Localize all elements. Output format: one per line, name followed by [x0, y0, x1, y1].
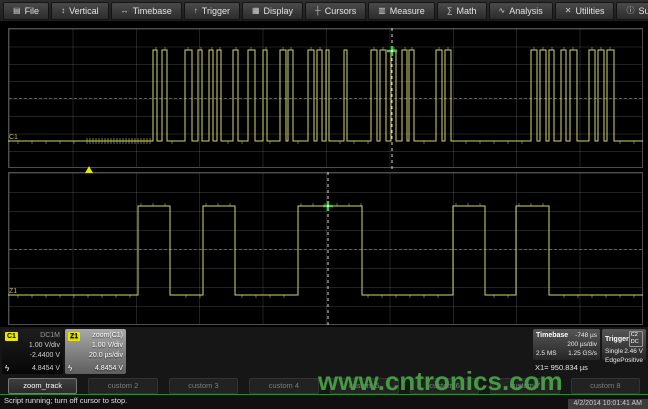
menu-button-math[interactable]: ∑ Math: [437, 2, 487, 20]
trigger-type: Edge: [605, 356, 620, 365]
analysis-icon: ∿: [499, 6, 506, 15]
zoom-z1-descriptor[interactable]: Z1 zoom(C1) 1.00 V/div 20.0 µs/div ϟ 4.8…: [65, 329, 126, 374]
cursors-icon: ┼: [315, 6, 321, 15]
timebase-delay: -748 µs: [575, 331, 597, 340]
channel-c1-descriptor[interactable]: C1 DC1M 1.00 V/div -2.4400 V ϟ 4.8454 V: [2, 329, 63, 374]
utilities-icon: ✕: [565, 6, 572, 15]
timebase-icon: ↔: [121, 6, 129, 15]
c1-level: 4.8454 V: [32, 364, 60, 374]
menu-label: Measure: [390, 6, 425, 16]
toolbar-button-custom-5[interactable]: custom 5: [330, 378, 399, 394]
support-icon: ⓘ: [626, 5, 634, 16]
timebase-samples: 2.5 MS: [536, 349, 557, 358]
menu-label: Timebase: [133, 6, 172, 16]
menu-bar: ▤ File ↕ Vertical ↔ Timebase ↑ Trigger ▦ Display ┼…: [0, 0, 648, 22]
trigger-slope: Positive: [620, 356, 643, 365]
toolbar-button-custom-4[interactable]: custom 4: [249, 378, 318, 394]
trigger-level: 2.46 V: [624, 347, 643, 356]
menu-button-measure[interactable]: ▥ Measure: [368, 2, 435, 20]
trigger-icon: ↑: [194, 6, 198, 15]
menu-label: Trigger: [202, 6, 230, 16]
menu-label: Cursors: [325, 6, 357, 16]
timebase-scale: 200 µs/div: [567, 340, 597, 349]
status-bar: Script running; turn off cursor to stop.: [0, 394, 648, 409]
toolbar-button-custom-3[interactable]: custom 3: [169, 378, 238, 394]
status-message: Script running; turn off cursor to stop.: [4, 396, 127, 405]
x1-cursor-readout: X1= 950.834 µs: [535, 363, 588, 372]
c1-offset: -2.4400 V: [5, 351, 60, 361]
timebase-descriptor[interactable]: Timebase -748 µs 200 µs/div 2.5 MS 1.25 …: [533, 329, 600, 360]
toolbar-button-custom-6[interactable]: custom 6: [410, 378, 479, 394]
menu-label: Math: [457, 6, 477, 16]
menu-button-utilities[interactable]: ✕Utilities: [555, 2, 615, 20]
datetime-display: 4/2/2014 10:01:41 AM: [568, 399, 648, 409]
toolbar-button-custom-2[interactable]: custom 2: [88, 378, 157, 394]
menu-label: Analysis: [509, 6, 543, 16]
menu-button-analysis[interactable]: ∿Analysis: [489, 2, 553, 20]
toolbar-button-zoom_track[interactable]: zoom_track: [8, 378, 77, 394]
z1-scale: 1.00 V/div: [68, 341, 123, 351]
menu-label: Vertical: [69, 6, 99, 16]
menu-label: Display: [264, 6, 294, 16]
descriptor-bar: C1 DC1M 1.00 V/div -2.4400 V ϟ 4.8454 V …: [0, 327, 648, 377]
trigger-source: C2 DC: [629, 331, 643, 347]
oscilloscope-app: ▤ File ↕ Vertical ↔ Timebase ↑ Trigger ▦ Display ┼…: [0, 0, 648, 409]
zoom-grid[interactable]: [8, 172, 643, 325]
toolbar-button-custom-7[interactable]: custom 7: [490, 378, 559, 394]
lightning-icon: ϟ: [68, 364, 72, 374]
waveform-display[interactable]: [0, 22, 648, 327]
trigger-mode: Single: [605, 347, 623, 356]
timebase-rate: 1.25 GS/s: [568, 349, 597, 358]
c1-tag: C1: [5, 332, 18, 341]
menu-button-cursors[interactable]: ┼ Cursors: [305, 2, 366, 20]
menu-button-support[interactable]: ⓘ Support: [616, 2, 648, 20]
math-icon: ∑: [447, 6, 453, 15]
menu-button-timebase[interactable]: ↔ Timebase: [111, 2, 182, 20]
grid-centerline: [9, 249, 642, 250]
menu-button-file[interactable]: ▤ File: [3, 2, 49, 20]
menu-label: Support: [638, 6, 648, 16]
menu-label: File: [25, 6, 40, 16]
menu-button-display[interactable]: ▦ Display: [242, 2, 303, 20]
vertical-icon: ↕: [61, 6, 65, 15]
menu-button-trigger[interactable]: ↑ Trigger: [184, 2, 240, 20]
file-icon: ▤: [13, 6, 21, 15]
z1-timebase: 20.0 µs/div: [68, 351, 123, 361]
trigger-title: Trigger: [605, 335, 629, 344]
z1-level: 4.8454 V: [95, 364, 123, 374]
timebase-title: Timebase: [536, 331, 568, 340]
menu-label: Utilities: [575, 6, 604, 16]
main-grid[interactable]: [8, 28, 643, 168]
trigger-descriptor[interactable]: Trigger C2 DC Single 2.46 V Edge Positiv…: [602, 329, 646, 360]
grid-centerline: [9, 98, 642, 99]
menu-items: ▤ File ↕ Vertical ↔ Timebase ↑ Trigger ▦ Display ┼…: [2, 2, 648, 20]
c1-scale: 1.00 V/div: [5, 341, 60, 351]
display-icon: ▦: [252, 6, 260, 15]
lightning-icon: ϟ: [5, 364, 9, 374]
measure-icon: ▥: [378, 6, 386, 15]
z1-source: zoom(C1): [92, 331, 123, 341]
z1-tag: Z1: [68, 332, 80, 341]
toolbar-button-custom-8[interactable]: custom 8: [571, 378, 640, 394]
c1-coupling: DC1M: [40, 331, 60, 341]
menu-button-vertical[interactable]: ↕ Vertical: [51, 2, 109, 20]
custom-toolbar: zoom_track custom 2 custom 3 custom 4 custom…: [0, 377, 648, 394]
